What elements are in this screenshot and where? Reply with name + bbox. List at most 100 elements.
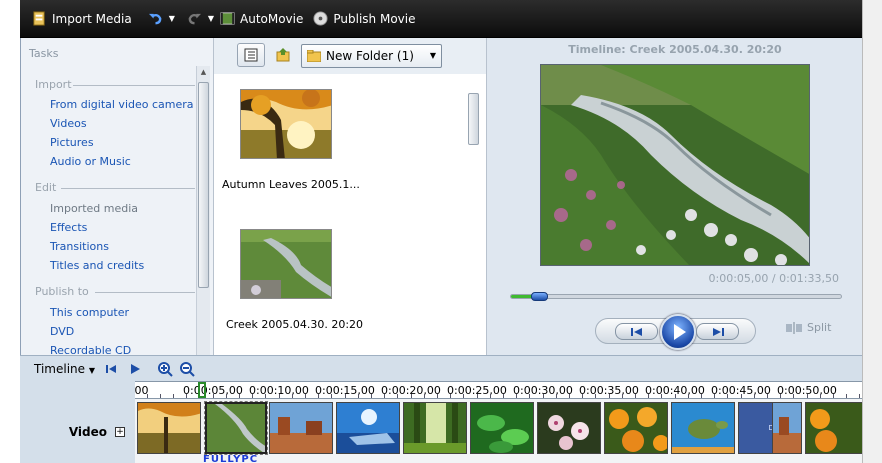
ruler-tick bbox=[833, 394, 834, 398]
rewind-timeline-icon[interactable] bbox=[105, 363, 117, 375]
timeline-clip-creek-selected[interactable] bbox=[204, 401, 268, 455]
timeline-clip-leaves[interactable] bbox=[470, 402, 534, 454]
task-pictures[interactable]: Pictures bbox=[50, 136, 94, 149]
autumn-tree-thumbnail bbox=[241, 90, 331, 158]
seek-bar[interactable] bbox=[510, 292, 842, 301]
window-left-edge bbox=[0, 0, 20, 463]
undo-dropdown-arrow[interactable]: ▼ bbox=[169, 14, 175, 23]
forest-clip-icon bbox=[404, 403, 466, 453]
publish-section-heading: Publish to bbox=[35, 285, 89, 298]
tasks-scroll-thumb[interactable] bbox=[198, 82, 209, 288]
automovie-button[interactable]: AutoMovie bbox=[220, 11, 303, 26]
up-folder-button[interactable] bbox=[269, 43, 297, 67]
clip-caption-autumn: Autumn Leaves 2005.1... bbox=[222, 178, 360, 191]
zoom-in-icon[interactable] bbox=[157, 361, 173, 377]
ruler-tick bbox=[846, 394, 847, 398]
collection-scroll-thumb[interactable] bbox=[468, 93, 479, 145]
task-transitions[interactable]: Transitions bbox=[50, 240, 109, 253]
task-this-computer[interactable]: This computer bbox=[50, 306, 129, 319]
ruler-tick bbox=[147, 394, 148, 398]
timeline-view-dropdown[interactable]: Timeline ▼ bbox=[34, 362, 95, 376]
timeline-area: Timeline ▼ 00,000:00:05,000:00:10,000:00… bbox=[20, 355, 862, 463]
turtle-clip-icon bbox=[672, 403, 734, 453]
ruler-tick bbox=[635, 394, 636, 398]
timeline-clip-forest[interactable] bbox=[403, 402, 467, 454]
play-icon bbox=[674, 324, 686, 340]
collection-toolbar: New Folder (1) ▼ bbox=[214, 38, 487, 74]
split-label: Split bbox=[807, 321, 832, 334]
autumn-clip-icon bbox=[138, 403, 200, 453]
clip-thumbnail-creek[interactable] bbox=[240, 229, 332, 299]
task-dvd[interactable]: DVD bbox=[50, 325, 74, 338]
timeline-clip-blossoms[interactable] bbox=[537, 402, 601, 454]
playhead-marker[interactable] bbox=[198, 382, 206, 398]
play-button[interactable] bbox=[660, 314, 696, 350]
timeline-clip-turtle[interactable] bbox=[671, 402, 735, 454]
ruler-tick bbox=[345, 394, 346, 398]
timeline-clip-desert-2[interactable] bbox=[772, 402, 802, 454]
blossoms-clip-icon bbox=[538, 403, 600, 453]
preview-monitor bbox=[540, 64, 810, 266]
toolbar: Import Media ▼ ▼ AutoMovie Publish Movie bbox=[20, 0, 862, 38]
collection-pane: New Folder (1) ▼ Autumn Leaves 2005.1... bbox=[213, 38, 487, 355]
redo-icon bbox=[188, 13, 201, 25]
timeline-clip-orange-flowers-2[interactable] bbox=[805, 402, 862, 454]
ruler-tick bbox=[569, 394, 570, 398]
video-track-label: Video bbox=[68, 424, 107, 439]
scroll-up-arrow-icon[interactable]: ▲ bbox=[197, 66, 210, 78]
task-videos[interactable]: Videos bbox=[50, 117, 87, 130]
ruler-tick bbox=[807, 394, 808, 398]
ruler-tick bbox=[226, 394, 227, 398]
task-imported-media[interactable]: Imported media bbox=[50, 202, 138, 215]
collection-scrollbar[interactable] bbox=[467, 81, 481, 355]
timeline-view-label: Timeline bbox=[34, 361, 86, 376]
import-media-button[interactable]: Import Media bbox=[32, 11, 132, 26]
seek-knob[interactable] bbox=[531, 292, 548, 301]
preview-time-readout: 0:00:05,00 / 0:01:33,50 bbox=[708, 272, 840, 285]
details-view-button[interactable] bbox=[237, 43, 265, 67]
ruler-tick bbox=[741, 394, 742, 398]
task-effects[interactable]: Effects bbox=[50, 221, 87, 234]
task-audio-or-music[interactable]: Audio or Music bbox=[50, 155, 131, 168]
expand-track-icon[interactable]: + bbox=[115, 426, 125, 437]
timeline-clip-orange-flowers[interactable] bbox=[604, 402, 668, 454]
previous-frame-icon bbox=[630, 327, 642, 336]
task-titles-and-credits[interactable]: Titles and credits bbox=[50, 259, 144, 272]
publish-movie-button[interactable]: Publish Movie bbox=[313, 11, 415, 26]
timeline-toolbar: Timeline ▼ bbox=[20, 356, 862, 381]
timeline-clip-ocean[interactable] bbox=[336, 402, 400, 454]
ruler-tick bbox=[490, 394, 491, 398]
video-track[interactable]: De Land FULLYPC bbox=[135, 399, 862, 463]
preview-title: Timeline: Creek 2005.04.30. 20:20 bbox=[568, 43, 782, 56]
redo-button[interactable] bbox=[187, 11, 202, 26]
publish-movie-label: Publish Movie bbox=[333, 11, 416, 26]
orange-flowers-clip-icon bbox=[806, 403, 862, 453]
folder-dropdown[interactable]: New Folder (1) ▼ bbox=[301, 44, 442, 68]
timeline-ruler[interactable]: 00,000:00:05,000:00:10,000:00:15,000:00:… bbox=[135, 381, 862, 399]
publish-movie-icon bbox=[313, 11, 328, 26]
clip-thumbnail-autumn[interactable] bbox=[240, 89, 332, 159]
ruler-tick bbox=[305, 394, 306, 398]
import-section-heading: Import bbox=[35, 78, 72, 91]
playback-controls bbox=[595, 314, 756, 350]
redo-dropdown-arrow[interactable]: ▼ bbox=[208, 14, 214, 23]
play-timeline-icon[interactable] bbox=[129, 363, 141, 375]
zoom-out-icon[interactable] bbox=[179, 361, 195, 377]
timeline-clip-desert[interactable] bbox=[269, 402, 333, 454]
video-track-header: Video + bbox=[20, 399, 135, 463]
details-view-icon bbox=[244, 48, 258, 62]
task-recordable-cd[interactable]: Recordable CD bbox=[50, 344, 131, 355]
split-icon bbox=[786, 321, 802, 334]
task-from-digital-video-camera[interactable]: From digital video camera bbox=[50, 98, 194, 111]
folder-up-icon bbox=[276, 48, 290, 62]
next-frame-icon bbox=[712, 327, 724, 336]
timeline-clip-autumn[interactable] bbox=[137, 402, 201, 454]
undo-button[interactable] bbox=[148, 11, 163, 26]
split-button[interactable]: Split bbox=[786, 321, 831, 334]
previous-frame-button[interactable] bbox=[615, 323, 658, 340]
next-frame-button[interactable] bbox=[696, 323, 739, 340]
window-right-scrollbar[interactable] bbox=[862, 0, 882, 463]
tasks-scrollbar[interactable]: ▲ bbox=[196, 66, 210, 355]
folder-icon bbox=[307, 50, 321, 62]
ruler-tick bbox=[859, 394, 860, 398]
